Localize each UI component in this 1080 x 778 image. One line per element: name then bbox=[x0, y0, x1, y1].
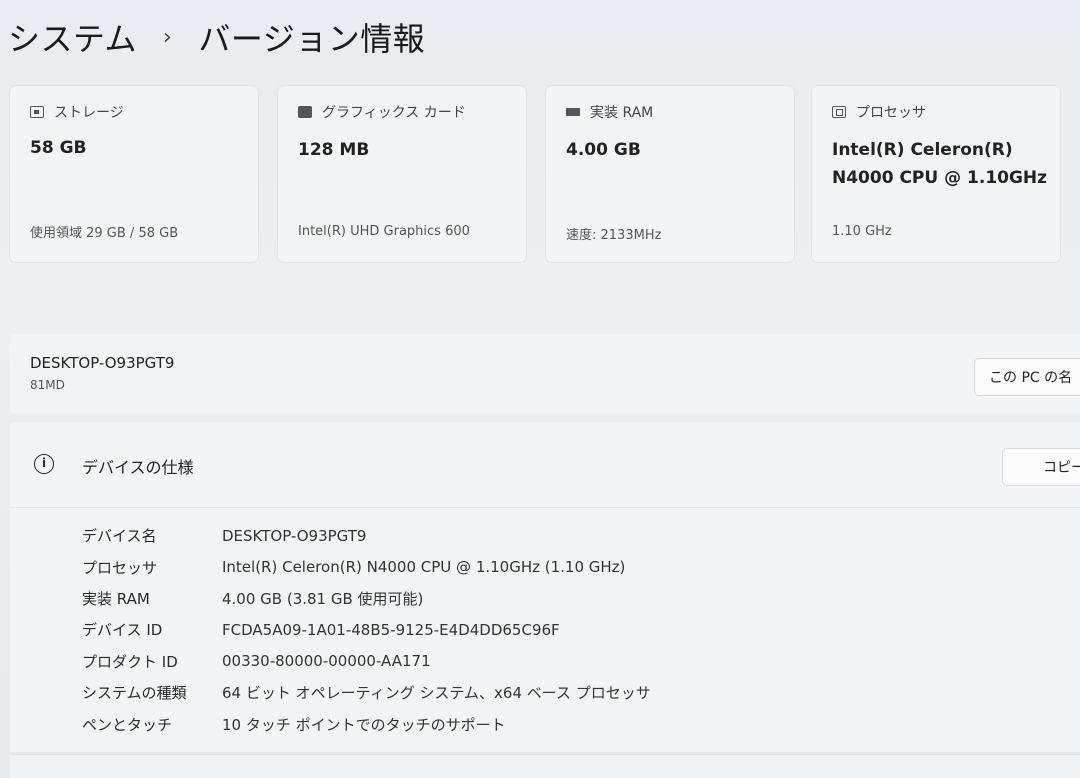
processor-icon bbox=[832, 106, 846, 118]
graphics-card-card[interactable]: グラフィックス カード 128 MB Intel(R) UHD Graphics… bbox=[278, 86, 526, 262]
card-subtext: 速度: 2133MHz bbox=[566, 228, 662, 243]
spec-value: DESKTOP-O93PGT9 bbox=[222, 526, 367, 545]
spec-key: ペンとタッチ bbox=[82, 715, 173, 734]
device-name: DESKTOP-O93PGT9 bbox=[30, 354, 175, 372]
storage-card[interactable]: ストレージ 58 GB 使用領域 29 GB / 58 GB bbox=[10, 86, 258, 262]
card-value: 4.00 GB bbox=[566, 140, 641, 160]
spec-row-pen-touch: ペンとタッチ 10 タッチ ポイントでのタッチのサポート bbox=[82, 708, 651, 739]
card-subtext: 1.10 GHz bbox=[832, 224, 892, 239]
storage-icon bbox=[30, 106, 44, 118]
graphics-card-icon bbox=[298, 106, 312, 118]
chevron-right-icon: › bbox=[163, 24, 173, 50]
spec-row-ram: 実装 RAM 4.00 GB (3.81 GB 使用可能) bbox=[82, 583, 651, 614]
card-header: プロセッサ bbox=[832, 102, 926, 122]
processor-card[interactable]: プロセッサ Intel(R) Celeron(R) N4000 CPU @ 1.… bbox=[812, 86, 1060, 262]
spec-key: デバイス名 bbox=[82, 527, 157, 546]
spec-row-device-id: デバイス ID FCDA5A09-1A01-48B5-9125-E4D4DD65… bbox=[82, 614, 651, 645]
card-value: 128 MB bbox=[298, 140, 370, 160]
card-label: 実装 RAM bbox=[590, 105, 654, 121]
spec-key: デバイス ID bbox=[82, 621, 163, 640]
spec-value: 64 ビット オペレーティング システム、x64 ベース プロセッサ bbox=[222, 684, 651, 703]
device-name-row: DESKTOP-O93PGT9 81MD この PC の名 bbox=[10, 334, 1080, 414]
device-model: 81MD bbox=[30, 378, 65, 392]
card-label: ストレージ bbox=[54, 105, 124, 121]
card-value: Intel(R) Celeron(R) N4000 CPU @ 1.10GHz bbox=[832, 140, 1048, 188]
breadcrumb: システム › バージョン情報 bbox=[8, 14, 425, 60]
spec-header[interactable]: i デバイスの仕様 コピー bbox=[10, 422, 1080, 508]
ram-card[interactable]: 実装 RAM 4.00 GB 速度: 2133MHz bbox=[546, 86, 794, 262]
card-header: 実装 RAM bbox=[566, 102, 653, 122]
spec-value: FCDA5A09-1A01-48B5-9125-E4D4DD65C96F bbox=[222, 620, 560, 639]
rename-pc-button[interactable]: この PC の名 bbox=[974, 358, 1080, 396]
ram-icon bbox=[566, 108, 580, 116]
card-label: プロセッサ bbox=[856, 105, 926, 121]
spec-row-device-name: デバイス名 DESKTOP-O93PGT9 bbox=[82, 520, 651, 551]
section-title: デバイスの仕様 bbox=[82, 458, 194, 477]
card-header: ストレージ bbox=[30, 102, 124, 122]
info-icon: i bbox=[34, 454, 54, 474]
spec-value: Intel(R) Celeron(R) N4000 CPU @ 1.10GHz … bbox=[222, 558, 626, 577]
card-label: グラフィックス カード bbox=[322, 105, 466, 121]
copy-button[interactable]: コピー bbox=[1002, 448, 1080, 486]
spec-cards: ストレージ 58 GB 使用領域 29 GB / 58 GB グラフィックス カ… bbox=[10, 86, 1080, 262]
spec-value: 10 タッチ ポイントでのタッチのサポート bbox=[222, 715, 506, 734]
page-title: バージョン情報 bbox=[198, 20, 426, 58]
spec-key: プロダクト ID bbox=[82, 652, 178, 671]
related-links-strip bbox=[10, 754, 1080, 778]
spec-key: システムの種類 bbox=[82, 684, 187, 703]
spec-value: 00330-80000-00000-AA171 bbox=[222, 652, 431, 671]
device-specifications: i デバイスの仕様 コピー デバイス名 DESKTOP-O93PGT9 プロセッ… bbox=[10, 422, 1080, 752]
spec-key: 実装 RAM bbox=[82, 589, 150, 608]
spec-key: プロセッサ bbox=[82, 558, 158, 577]
spec-row-product-id: プロダクト ID 00330-80000-00000-AA171 bbox=[82, 646, 651, 677]
spec-row-system-type: システムの種類 64 ビット オペレーティング システム、x64 ベース プロセ… bbox=[82, 677, 651, 708]
spec-value: 4.00 GB (3.81 GB 使用可能) bbox=[222, 589, 424, 608]
spec-list: デバイス名 DESKTOP-O93PGT9 プロセッサ Intel(R) Cel… bbox=[82, 520, 651, 740]
breadcrumb-parent-link[interactable]: システム bbox=[8, 14, 137, 60]
card-header: グラフィックス カード bbox=[298, 102, 466, 122]
spec-row-processor: プロセッサ Intel(R) Celeron(R) N4000 CPU @ 1.… bbox=[82, 551, 651, 582]
card-subtext: Intel(R) UHD Graphics 600 bbox=[298, 224, 470, 239]
card-value: 58 GB bbox=[30, 138, 87, 158]
card-subtext: 使用領域 29 GB / 58 GB bbox=[30, 226, 179, 241]
